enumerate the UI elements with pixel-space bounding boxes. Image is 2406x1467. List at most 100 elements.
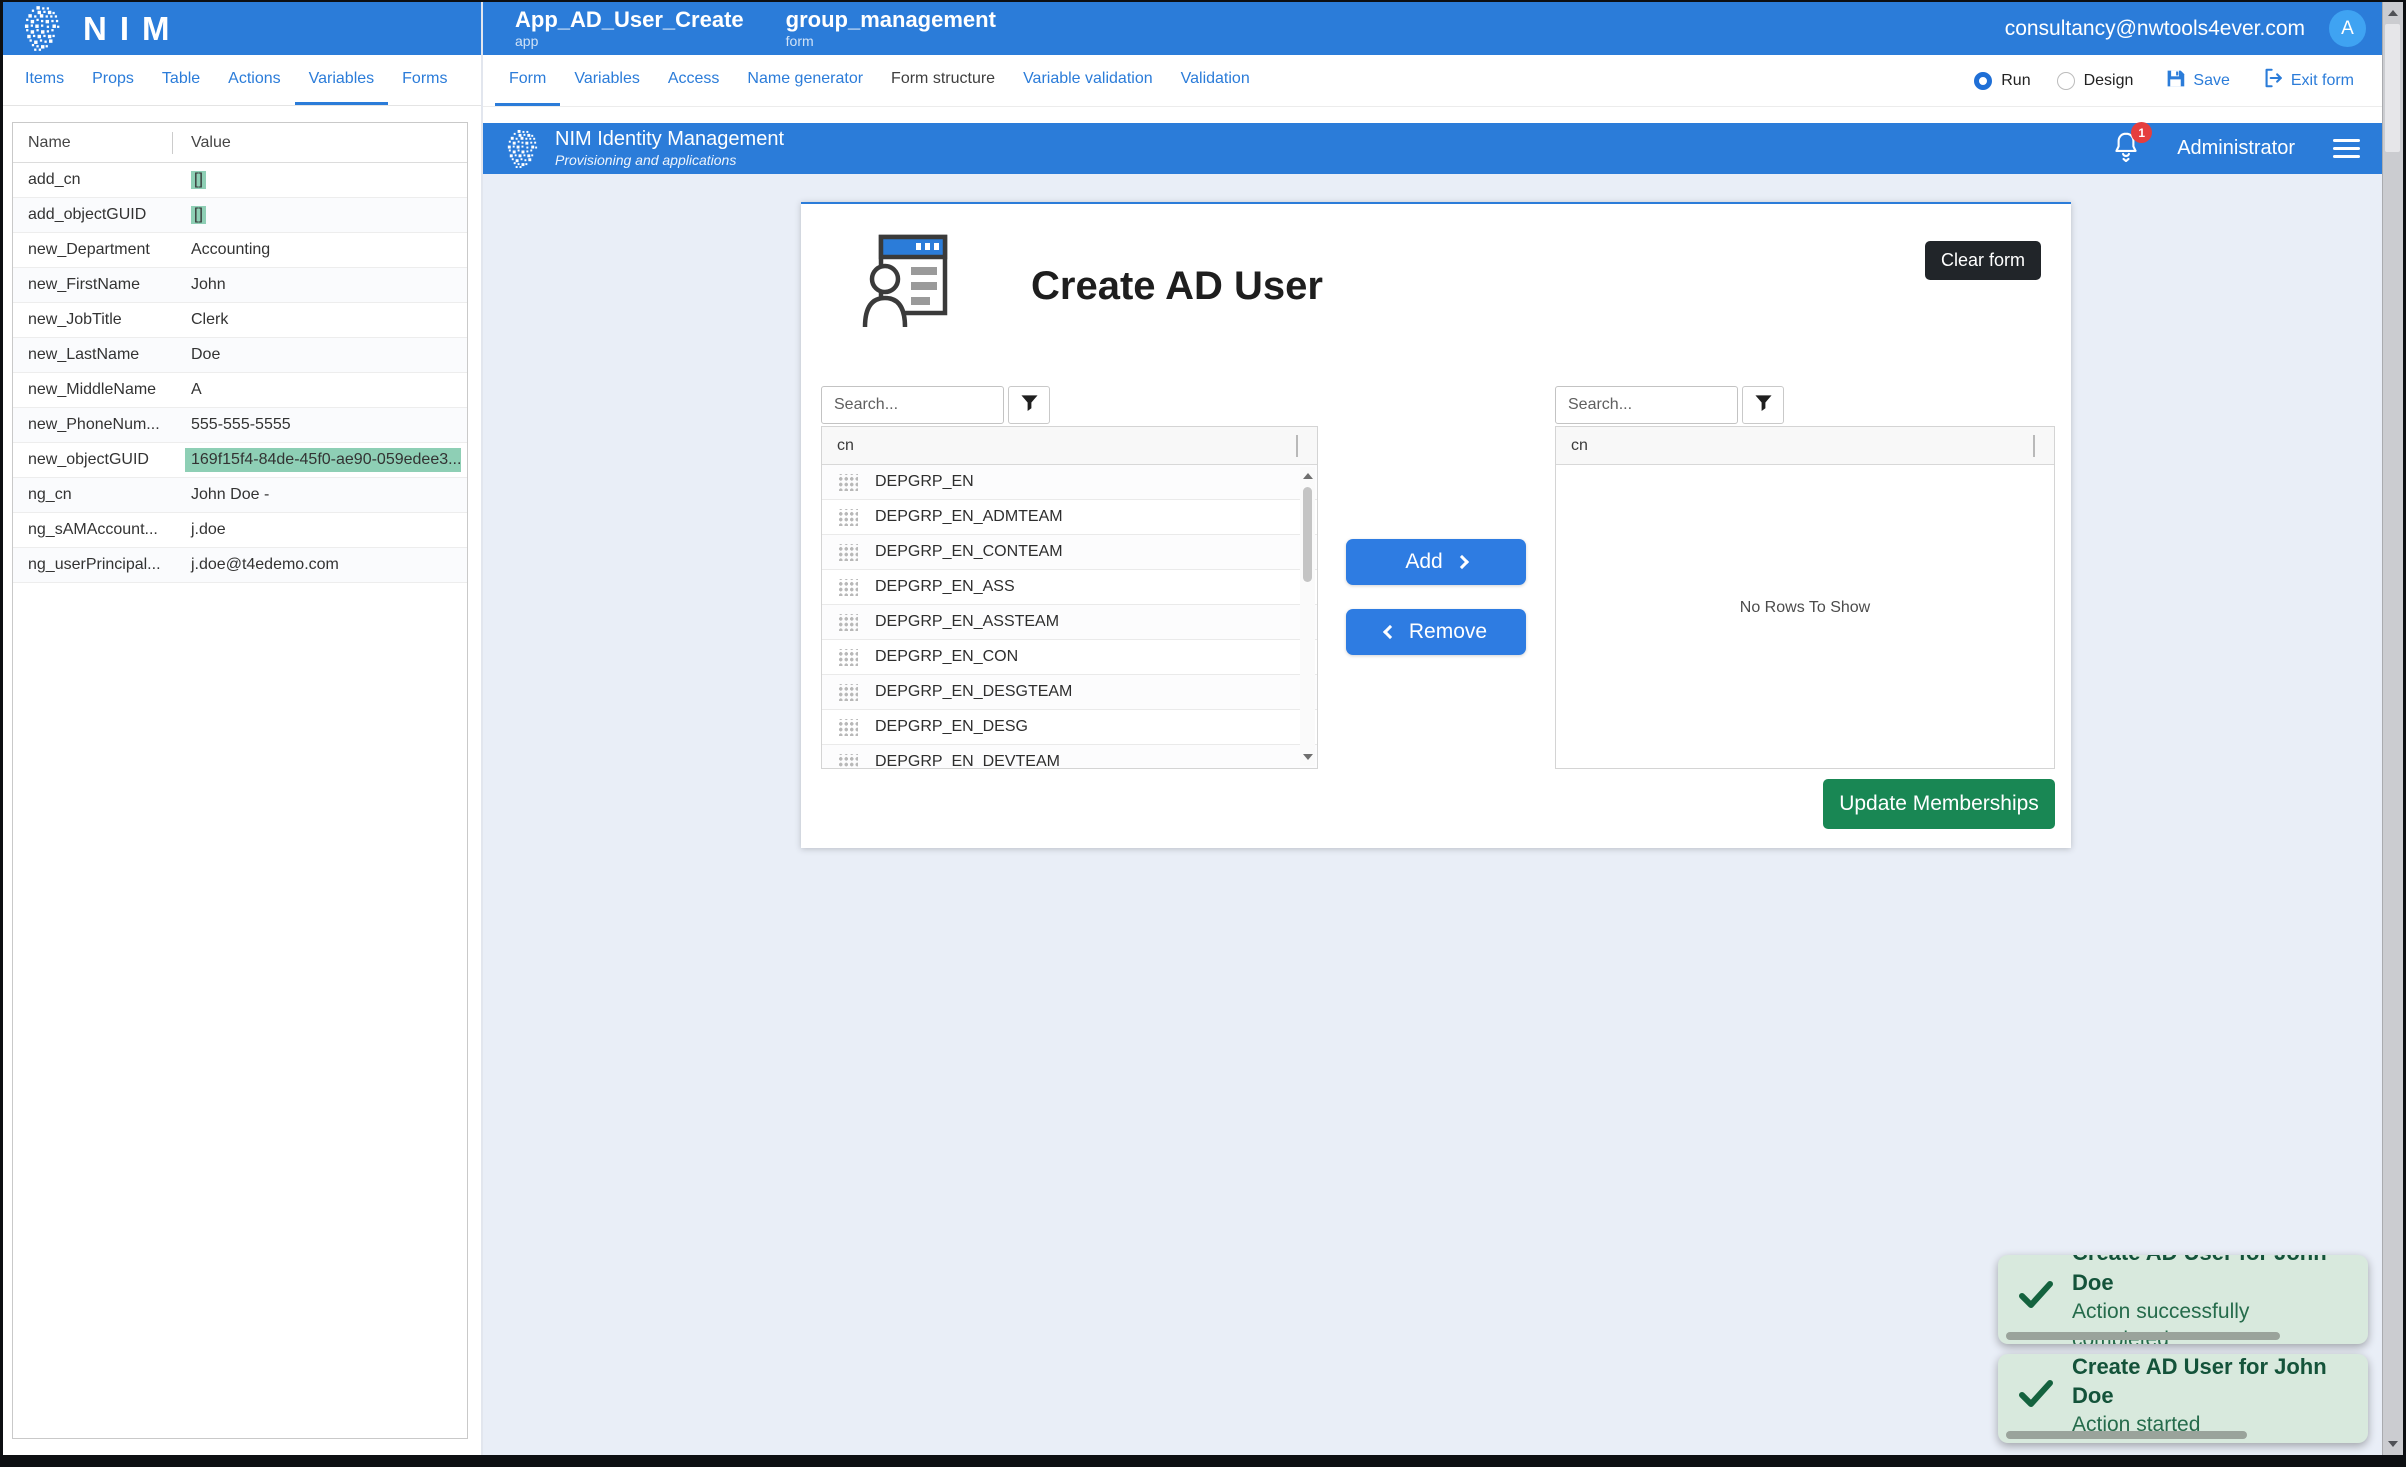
drag-handle-icon[interactable]	[837, 544, 858, 561]
selected-search-input[interactable]	[1555, 386, 1738, 424]
drag-handle-icon[interactable]	[837, 509, 858, 526]
studio-sidebar: NIM Items Props Table Actions	[3, 2, 483, 1455]
available-filter-button[interactable]	[1008, 386, 1050, 424]
table-row[interactable]: new_FirstName John	[13, 268, 467, 303]
selected-filter-button[interactable]	[1742, 386, 1784, 424]
nim-app-bar: NIM Identity Management Provisioning and…	[483, 123, 2382, 174]
table-row[interactable]: new_objectGUID 169f15f4-84de-45f0-ae90-0…	[13, 443, 467, 478]
column-resize-handle[interactable]	[1296, 435, 1298, 457]
top-header: App_AD_User_Create app group_management …	[483, 2, 2382, 55]
drag-handle-icon[interactable]	[837, 719, 858, 736]
filter-funnel-icon	[1020, 394, 1039, 417]
variable-value: j.doe@t4edemo.com	[176, 556, 467, 574]
drag-handle-icon[interactable]	[837, 474, 858, 491]
toast-title: Create AD User for John Doe	[2072, 1255, 2348, 1298]
drag-handle-icon[interactable]	[837, 754, 858, 769]
sidebar-tab[interactable]: Actions	[214, 55, 294, 105]
scrollbar-thumb[interactable]	[2385, 24, 2400, 152]
column-resize-handle[interactable]	[2033, 435, 2035, 457]
design-radio[interactable]: Design	[2057, 72, 2134, 90]
form-tab[interactable]: Variable validation	[1009, 55, 1167, 106]
variable-name: new_JobTitle	[13, 311, 176, 329]
scroll-down-button[interactable]	[1300, 750, 1315, 764]
form-tab[interactable]: Variables	[560, 55, 654, 106]
group-row[interactable]: DEPGRP_EN_DEVTEAM	[822, 745, 1317, 768]
group-row[interactable]: DEPGRP_EN_ASS	[822, 570, 1317, 605]
group-row[interactable]: DEPGRP_EN_CON	[822, 640, 1317, 675]
form-tab[interactable]: Validation	[1167, 55, 1264, 106]
table-row[interactable]: new_LastName Doe	[13, 338, 467, 373]
value-column-header[interactable]: Value	[176, 134, 231, 152]
group-row[interactable]: DEPGRP_EN_ASSTEAM	[822, 605, 1317, 640]
group-row[interactable]: DEPGRP_EN_CONTEAM	[822, 535, 1317, 570]
form-tab[interactable]: Name generator	[733, 55, 877, 106]
table-row[interactable]: new_Department Accounting	[13, 233, 467, 268]
group-row[interactable]: DEPGRP_EN_ADMTEAM	[822, 500, 1317, 535]
variable-value: 169f15f4-84de-45f0-ae90-059edee3...	[176, 448, 467, 472]
remove-button[interactable]: Remove	[1346, 609, 1526, 655]
name-column-header[interactable]: Name	[13, 134, 176, 152]
drag-handle-icon[interactable]	[837, 614, 858, 631]
available-search-input[interactable]	[821, 386, 1004, 424]
clear-form-button[interactable]: Clear form	[1925, 241, 2041, 280]
toast-text: Create AD User for John Doe Action start…	[2072, 1354, 2348, 1443]
group-row[interactable]: DEPGRP_EN_DESGTEAM	[822, 675, 1317, 710]
variable-value: j.doe	[176, 521, 467, 539]
form-tab[interactable]: Form structure	[877, 55, 1009, 106]
variable-name: ng_userPrincipal...	[13, 556, 176, 574]
user-role-menu[interactable]: Administrator	[2177, 137, 2295, 160]
table-row[interactable]: new_JobTitle Clerk	[13, 303, 467, 338]
scroll-down-button[interactable]	[2383, 1435, 2403, 1453]
scroll-up-button[interactable]	[2383, 4, 2403, 22]
form-toolbar: Form Variables Access Name generator	[483, 55, 2382, 107]
sidebar-tab[interactable]: Variables	[295, 55, 389, 105]
user-email: consultancy@nwtools4ever.com	[2005, 17, 2305, 41]
save-button[interactable]: Save	[2165, 68, 2229, 94]
variable-value: Accounting	[176, 241, 467, 259]
spacer	[483, 107, 2382, 123]
drag-handle-icon[interactable]	[837, 649, 858, 666]
main-panel: App_AD_User_Create app group_management …	[483, 2, 2382, 1455]
sidebar-tab[interactable]: Forms	[388, 55, 461, 105]
form-breadcrumb[interactable]: group_management form	[786, 7, 996, 50]
update-memberships-button[interactable]: Update Memberships	[1823, 779, 2055, 829]
sidebar-tab[interactable]: Table	[148, 55, 214, 105]
group-row[interactable]: DEPGRP_EN_DESG	[822, 710, 1317, 745]
table-row[interactable]: add_objectGUID []	[13, 198, 467, 233]
form-tab[interactable]: Access	[654, 55, 734, 106]
available-groups-grid: cn DEPGRP_EN	[821, 426, 1318, 769]
app-breadcrumb[interactable]: App_AD_User_Create app	[515, 7, 744, 50]
scrollbar-thumb[interactable]	[1303, 487, 1312, 582]
table-row[interactable]: new_PhoneNum... 555-555-5555	[13, 408, 467, 443]
sidebar-tab[interactable]: Items	[11, 55, 78, 105]
filter-funnel-icon	[1754, 394, 1773, 417]
scroll-up-button[interactable]	[1300, 469, 1315, 483]
table-row[interactable]: ng_userPrincipal... j.doe@t4edemo.com	[13, 548, 467, 583]
hamburger-menu-icon[interactable]	[2331, 135, 2362, 162]
grid-column-header[interactable]: cn	[1556, 427, 2054, 465]
column-divider[interactable]	[172, 132, 173, 154]
grid-column-header[interactable]: cn	[822, 427, 1317, 465]
app-bar-subtitle: Provisioning and applications	[555, 152, 784, 170]
drag-handle-icon[interactable]	[837, 579, 858, 596]
table-row[interactable]: add_cn []	[13, 163, 467, 198]
toast-notification[interactable]: Create AD User for John Doe Action succe…	[1998, 1255, 2368, 1344]
notifications-button[interactable]: 1	[2111, 130, 2141, 167]
add-button[interactable]: Add	[1346, 539, 1526, 585]
table-row[interactable]: ng_sAMAccount... j.doe	[13, 513, 467, 548]
sidebar-tab[interactable]: Props	[78, 55, 148, 105]
exit-form-button[interactable]: Exit form	[2262, 67, 2354, 94]
group-row[interactable]: DEPGRP_EN	[822, 465, 1317, 500]
toast-notification[interactable]: Create AD User for John Doe Action start…	[1998, 1354, 2368, 1443]
grid-scrollbar	[1300, 467, 1315, 766]
form-tab[interactable]: Form	[495, 55, 560, 106]
selected-groups-grid: cn No Rows To Show	[1555, 426, 2055, 769]
user-card-icon	[859, 231, 955, 329]
avatar[interactable]: A	[2329, 10, 2366, 47]
run-radio[interactable]: Run	[1974, 72, 2030, 90]
table-row[interactable]: new_MiddleName A	[13, 373, 467, 408]
group-name: DEPGRP_EN_ADMTEAM	[875, 508, 1063, 526]
drag-handle-icon[interactable]	[837, 684, 858, 701]
table-row[interactable]: ng_cn John Doe -	[13, 478, 467, 513]
variable-value: []	[176, 171, 467, 189]
